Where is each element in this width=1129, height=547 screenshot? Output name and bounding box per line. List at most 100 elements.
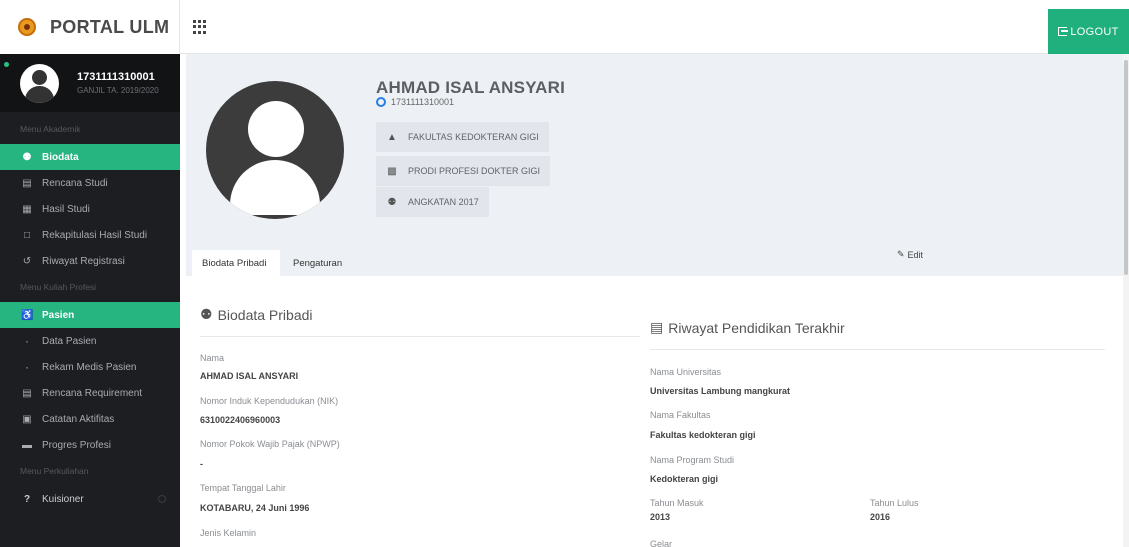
- sidebar-item-label: Progres Profesi: [42, 439, 111, 451]
- question-icon: ?: [23, 493, 31, 505]
- chart-icon: ▦: [22, 203, 32, 215]
- divider: [200, 336, 640, 337]
- sidebar-item-label: Hasil Studi: [42, 203, 90, 215]
- sidebar-item-label: Data Pasien: [42, 335, 97, 347]
- pencil-icon: ✎: [897, 249, 905, 259]
- sidebar-item-hasil-studi[interactable]: ▦ Hasil Studi: [0, 196, 180, 222]
- list-icon: ▤: [22, 387, 32, 399]
- sidebar-item-label: Rencana Requirement: [42, 387, 143, 399]
- profile-avatar: [206, 81, 344, 219]
- sidebar-item-riwayat-registrasi[interactable]: ↺ Riwayat Registrasi: [0, 248, 180, 274]
- circle-icon: [376, 97, 386, 107]
- menu-header-profesi: Menu Kuliah Profesi: [20, 282, 97, 292]
- main-content: AHMAD ISAL ANSYARI 1731111310001 ▲ FAKUL…: [186, 54, 1123, 547]
- sidebar-item-biodata[interactable]: ⚉ Biodata: [0, 144, 180, 170]
- profile-name: AHMAD ISAL ANSYARI: [376, 78, 566, 97]
- chip-label: PRODI PROFESI DOKTER GIGI: [408, 166, 541, 176]
- edit-label: Edit: [907, 249, 924, 260]
- user-semester: GANJIL TA. 2019/2020: [77, 86, 159, 95]
- field-label: Gelar: [650, 539, 673, 547]
- logout-button[interactable]: LOGOUT: [1048, 9, 1129, 54]
- sidebar-item-label: Riwayat Registrasi: [42, 255, 125, 267]
- sidebar-item-label: Rencana Studi: [42, 177, 108, 189]
- progress-icon: ▬: [22, 439, 32, 451]
- field-value: 2013: [650, 512, 671, 522]
- field-label: Tempat Tanggal Lahir: [200, 483, 286, 493]
- graduation-cap-icon: ▲: [387, 131, 397, 143]
- section-title-text: Biodata Pribadi: [217, 306, 313, 323]
- tab-biodata-pribadi[interactable]: Biodata Pribadi: [192, 250, 280, 276]
- user-panel: 1731111310001 GANJIL TA. 2019/2020: [0, 54, 180, 112]
- field-label: Nomor Induk Kependudukan (NIK): [200, 396, 339, 406]
- top-navbar: PORTAL ULM LOGOUT: [0, 0, 1129, 54]
- sidebar-item-label: Biodata: [42, 151, 79, 163]
- sidebar-item-rekam-medis[interactable]: · Rekam Medis Pasien: [0, 354, 180, 380]
- menu-header-akademik: Menu Akademik: [20, 124, 81, 134]
- sidebar-item-label: Rekapitulasi Hasil Studi: [42, 229, 148, 241]
- menu-header-perkuliahan: Menu Perkuliahan: [20, 466, 89, 476]
- sidebar-item-progres-profesi[interactable]: ▬ Progres Profesi: [0, 432, 180, 458]
- field-value: Fakultas kedokteran gigi: [650, 430, 756, 440]
- faculty-chip: ▲ FAKULTAS KEDOKTERAN GIGI: [376, 122, 549, 152]
- brand[interactable]: PORTAL ULM: [0, 0, 180, 54]
- field-label: Nomor Pokok Wajib Pajak (NPWP): [200, 439, 340, 449]
- sidebar-item-rekapitulasi[interactable]: □ Rekapitulasi Hasil Studi: [0, 222, 180, 248]
- edit-button[interactable]: ✎ Edit: [897, 249, 923, 260]
- tab-pengaturan[interactable]: Pengaturan: [293, 250, 342, 276]
- field-label: Nama Universitas: [650, 367, 722, 377]
- brand-name: PORTAL ULM: [50, 16, 170, 37]
- sidebar-item-label: Kuisioner: [42, 493, 84, 505]
- profile-nim-value: 1731111310001: [391, 97, 455, 107]
- field-value: 2016: [870, 512, 891, 522]
- wheelchair-icon: ♿: [21, 309, 34, 321]
- chip-label: ANGKATAN 2017: [408, 197, 479, 207]
- field-label: Nama Fakultas: [650, 410, 711, 420]
- clipboard-icon: □: [23, 229, 31, 241]
- user-nim: 1731111310001: [77, 71, 155, 83]
- divider: [650, 349, 1105, 350]
- field-label: Tahun Masuk: [650, 498, 704, 508]
- sidebar: 1731111310001 GANJIL TA. 2019/2020 Menu …: [0, 54, 180, 547]
- field-value: Kedokteran gigi: [650, 474, 719, 484]
- sidebar-item-pasien[interactable]: ♿ Pasien: [0, 302, 180, 328]
- profile-nim: 1731111310001: [376, 97, 454, 107]
- field-label: Jenis Kelamin: [200, 528, 257, 538]
- field-label: Tahun Lulus: [870, 498, 919, 508]
- scrollbar-thumb[interactable]: [1124, 60, 1128, 275]
- prodi-chip: ▩ PRODI PROFESI DOKTER GIGI: [376, 156, 551, 186]
- dot-icon: ·: [25, 334, 29, 348]
- user-icon: ⚉: [387, 196, 397, 208]
- ulm-logo-icon: [18, 18, 36, 36]
- avatar: [20, 63, 59, 103]
- logout-icon: [1058, 27, 1069, 36]
- tray-icon: ▤: [22, 177, 32, 189]
- profile-header: AHMAD ISAL ANSYARI 1731111310001 ▲ FAKUL…: [186, 54, 1123, 276]
- history-icon: ↺: [22, 255, 32, 267]
- institution-icon: ▩: [387, 165, 397, 177]
- notes-icon: ▣: [22, 413, 32, 425]
- dot-icon: ·: [25, 360, 29, 374]
- logout-label: LOGOUT: [1070, 25, 1119, 38]
- sidebar-item-label: Pasien: [42, 309, 75, 321]
- pendidikan-section-title: ▤ Riwayat Pendidikan Terakhir: [650, 319, 845, 336]
- field-value: -: [200, 459, 203, 469]
- field-value: AHMAD ISAL ANSYARI: [200, 371, 299, 381]
- sidebar-item-rencana-studi[interactable]: ▤ Rencana Studi: [0, 170, 180, 196]
- section-title-text: Riwayat Pendidikan Terakhir: [668, 319, 845, 336]
- angkatan-chip: ⚉ ANGKATAN 2017: [376, 187, 489, 217]
- sidebar-item-rencana-requirement[interactable]: ▤ Rencana Requirement: [0, 380, 180, 406]
- expand-indicator-icon: [158, 495, 166, 503]
- sidebar-item-label: Rekam Medis Pasien: [42, 361, 137, 373]
- sidebar-item-data-pasien[interactable]: · Data Pasien: [0, 328, 180, 354]
- field-value: KOTABARU, 24 Juni 1996: [200, 503, 310, 513]
- field-label: Nama Program Studi: [650, 455, 735, 465]
- field-value: Universitas Lambung mangkurat: [650, 386, 791, 396]
- field-label: Nama: [200, 353, 225, 363]
- user-icon: ⚉: [200, 306, 213, 322]
- tray-icon: ▤: [650, 319, 664, 335]
- sidebar-item-catatan-aktifitas[interactable]: ▣ Catatan Aktifitas: [0, 406, 180, 432]
- sidebar-item-kuisioner[interactable]: ? Kuisioner: [0, 486, 180, 512]
- chip-label: FAKULTAS KEDOKTERAN GIGI: [408, 132, 539, 142]
- apps-grid-icon[interactable]: [193, 20, 207, 34]
- sidebar-item-label: Catatan Aktifitas: [42, 413, 115, 425]
